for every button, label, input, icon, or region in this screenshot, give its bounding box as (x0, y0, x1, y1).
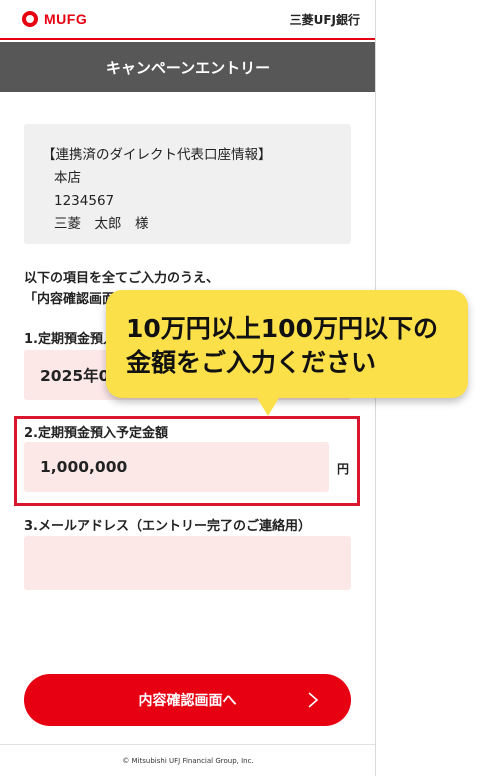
logo-text: MUFG (44, 11, 88, 27)
validation-tooltip: 10万円以上100万円以下の 金額をご入力ください (106, 290, 468, 416)
copyright-text: © Mitsubishi UFJ Financial Group, Inc. (122, 756, 254, 765)
email-field[interactable] (24, 536, 351, 590)
account-holder: 三菱 太郎 様 (54, 216, 149, 232)
app-header: MUFG 三菱UFJ銀行 (0, 0, 375, 40)
branch-name: 本店 (54, 170, 81, 186)
bank-name: 三菱UFJ銀行 (289, 12, 360, 27)
linked-account-info: 【連携済のダイレクト代表口座情報】 本店 1234567 三菱 太郎 様 (24, 124, 351, 244)
account-number: 1234567 (54, 193, 115, 209)
chevron-right-icon (308, 692, 319, 708)
tooltip-line-1: 10万円以上100万円以下の (126, 314, 438, 343)
account-info-heading: 【連携済のダイレクト代表口座情報】 (42, 147, 272, 163)
page-title: キャンペーンエントリー (105, 58, 271, 77)
confirm-button-label: 内容確認画面へ (138, 693, 237, 709)
footer: © Mitsubishi UFJ Financial Group, Inc. (0, 744, 375, 776)
email-label: 3.メールアドレス（エントリー完了のご連絡用） (24, 519, 311, 534)
confirm-button[interactable]: 内容確認画面へ (24, 674, 351, 726)
tooltip-pointer (256, 396, 280, 416)
tooltip-line-2: 金額をご入力ください (126, 348, 377, 377)
instruction-line-1: 以下の項目を全てご入力のうえ、 (24, 271, 220, 286)
mufg-logo[interactable]: MUFG (22, 11, 87, 27)
deposit-date-label: 1.定期預金預入 (24, 332, 116, 347)
deposit-date-value: 2025年0 (40, 367, 110, 385)
amount-error-highlight (14, 416, 360, 506)
page-title-bar: キャンペーンエントリー (0, 42, 375, 92)
mufg-logo-icon (22, 11, 38, 27)
